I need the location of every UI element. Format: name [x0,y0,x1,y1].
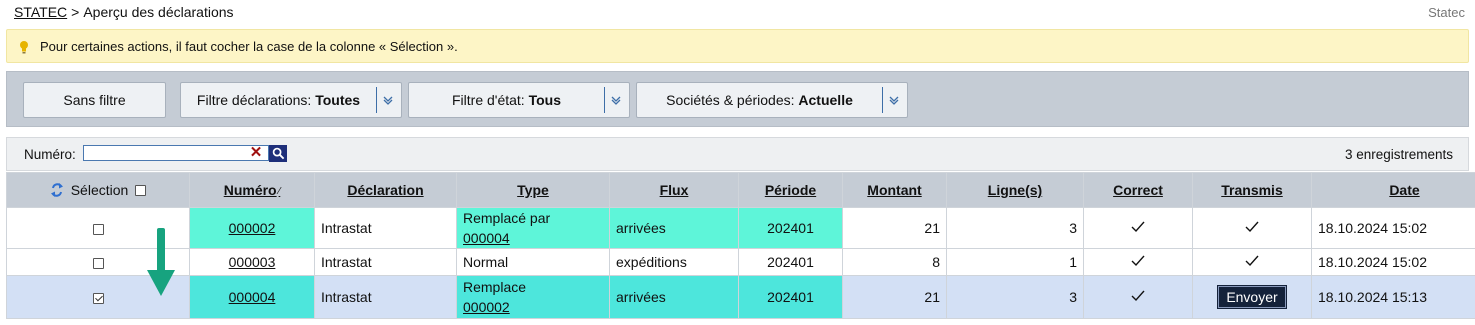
search-icon [272,147,284,160]
date-cell: 18.10.2024 15:13 [1311,275,1475,319]
page-title: Aperçu des déclarations [83,4,234,20]
transmis-cell: Envoyer [1192,275,1312,319]
table-row: 000003 Intrastat Normal expéditions 2024… [6,248,1475,276]
numero-search-input[interactable] [83,145,269,161]
companies-filter-value: Actuelle [798,92,853,108]
row-checkbox[interactable] [92,257,104,269]
lignes-cell: 3 [946,207,1084,249]
correct-cell [1083,207,1193,249]
no-filter-label: Sans filtre [63,92,126,108]
declarations-table: Sélection Numéro ⁄ Déclaration Type Flux … [6,172,1475,319]
flux-cell: arrivées [609,275,739,319]
search-button[interactable] [269,145,287,162]
selection-header-label: Sélection [70,182,129,198]
numero-cell: 000003 [189,248,315,276]
table-row: 000002 Intrastat Remplacé par 000004 arri… [6,207,1475,249]
sort-indicator-icon: ⁄ [278,186,281,197]
declaration-header[interactable]: Déclaration [314,172,457,208]
type-ref-link[interactable]: 000002 [463,299,510,315]
declarations-filter-dropdown[interactable]: Filtre déclarations: Toutes [180,82,402,118]
chevron-down-icon[interactable] [604,87,627,113]
numero-header[interactable]: Numéro ⁄ [189,172,315,208]
type-header[interactable]: Type [456,172,610,208]
lightbulb-icon [20,41,28,54]
numero-link[interactable]: 000004 [229,289,276,305]
montant-cell: 8 [842,248,947,276]
state-filter-value: Tous [528,92,561,108]
chevron-down-icon[interactable] [882,87,905,113]
transmis-cell [1192,248,1312,276]
table-header-row: Sélection Numéro ⁄ Déclaration Type Flux … [6,172,1475,208]
numero-link[interactable]: 000003 [229,254,276,270]
arrow-down-icon [147,228,175,296]
search-bar: Numéro: ✕ 3 enregistrements [6,137,1469,171]
refresh-icon[interactable] [50,182,64,198]
checkmark-icon [1131,290,1145,301]
declarations-filter-label: Filtre déclarations: [196,92,312,108]
transmis-cell [1192,207,1312,249]
hint-text: Pour certaines actions, il faut cocher l… [40,39,458,54]
selection-header: Sélection [6,172,190,208]
type-ref-link[interactable]: 000004 [463,230,510,246]
lignes-cell: 3 [946,275,1084,319]
flux-cell: expéditions [609,248,739,276]
periode-header[interactable]: Période [738,172,843,208]
type-text: Remplace [463,279,527,295]
type-cell: Remplacé par 000004 [456,207,610,249]
breadcrumb: STATEC > Aperçu des déclarations [14,4,234,20]
records-count: 3 enregistrements [1344,147,1453,162]
type-cell: Remplace 000002 [456,275,610,319]
periode-cell: 202401 [738,275,843,319]
checkmark-icon [1131,255,1145,266]
row-checkbox[interactable] [92,223,104,235]
envoyer-button[interactable]: Envoyer [1217,285,1287,309]
periode-cell: 202401 [738,248,843,276]
declaration-cell: Intrastat [314,207,457,249]
montant-cell: 21 [842,275,947,319]
companies-periods-dropdown[interactable]: Sociétés & périodes: Actuelle [636,82,908,118]
chevron-down-icon[interactable] [376,87,399,113]
no-filter-button[interactable]: Sans filtre [23,82,166,118]
checkmark-icon [1245,255,1259,266]
declarations-filter-value: Toutes [315,92,361,108]
numero-cell: 000002 [189,207,315,249]
select-all-checkbox[interactable] [135,184,147,196]
filter-bar: Sans filtre Filtre déclarations: Toutes … [6,71,1469,127]
search-label: Numéro: [24,147,76,162]
numero-link[interactable]: 000002 [229,220,276,236]
table-row-selected: 000004 Intrastat Remplace 000002 arrivées… [6,275,1475,319]
periode-cell: 202401 [738,207,843,249]
type-text: Remplacé par [463,210,551,226]
montant-header[interactable]: Montant [842,172,947,208]
correct-header[interactable]: Correct [1083,172,1193,208]
numero-header-label: Numéro [223,182,277,198]
flux-header[interactable]: Flux [609,172,739,208]
montant-cell: 21 [842,207,947,249]
checkmark-icon [1245,221,1259,232]
flux-cell: arrivées [609,207,739,249]
lignes-header[interactable]: Ligne(s) [946,172,1084,208]
companies-filter-label: Sociétés & périodes: [666,92,795,108]
date-header[interactable]: Date [1311,172,1475,208]
date-cell: 18.10.2024 15:02 [1311,207,1475,249]
date-cell: 18.10.2024 15:02 [1311,248,1475,276]
checkmark-icon [1131,221,1145,232]
correct-cell [1083,275,1193,319]
correct-cell [1083,248,1193,276]
brand-label: Statec [1428,5,1465,20]
hint-banner: Pour certaines actions, il faut cocher l… [6,29,1469,63]
type-cell: Normal [456,248,610,276]
transmis-header[interactable]: Transmis [1192,172,1312,208]
declaration-cell: Intrastat [314,275,457,319]
state-filter-label: Filtre d'état: [452,92,525,108]
numero-cell: 000004 [189,275,315,319]
declaration-cell: Intrastat [314,248,457,276]
top-bar: STATEC > Aperçu des déclarations Statec [14,4,1465,22]
breadcrumb-separator: > [71,4,80,20]
breadcrumb-root-link[interactable]: STATEC [14,4,67,20]
lignes-cell: 1 [946,248,1084,276]
clear-search-icon[interactable]: ✕ [249,145,263,161]
state-filter-dropdown[interactable]: Filtre d'état: Tous [408,82,630,118]
row-checkbox-checked[interactable] [92,292,104,304]
